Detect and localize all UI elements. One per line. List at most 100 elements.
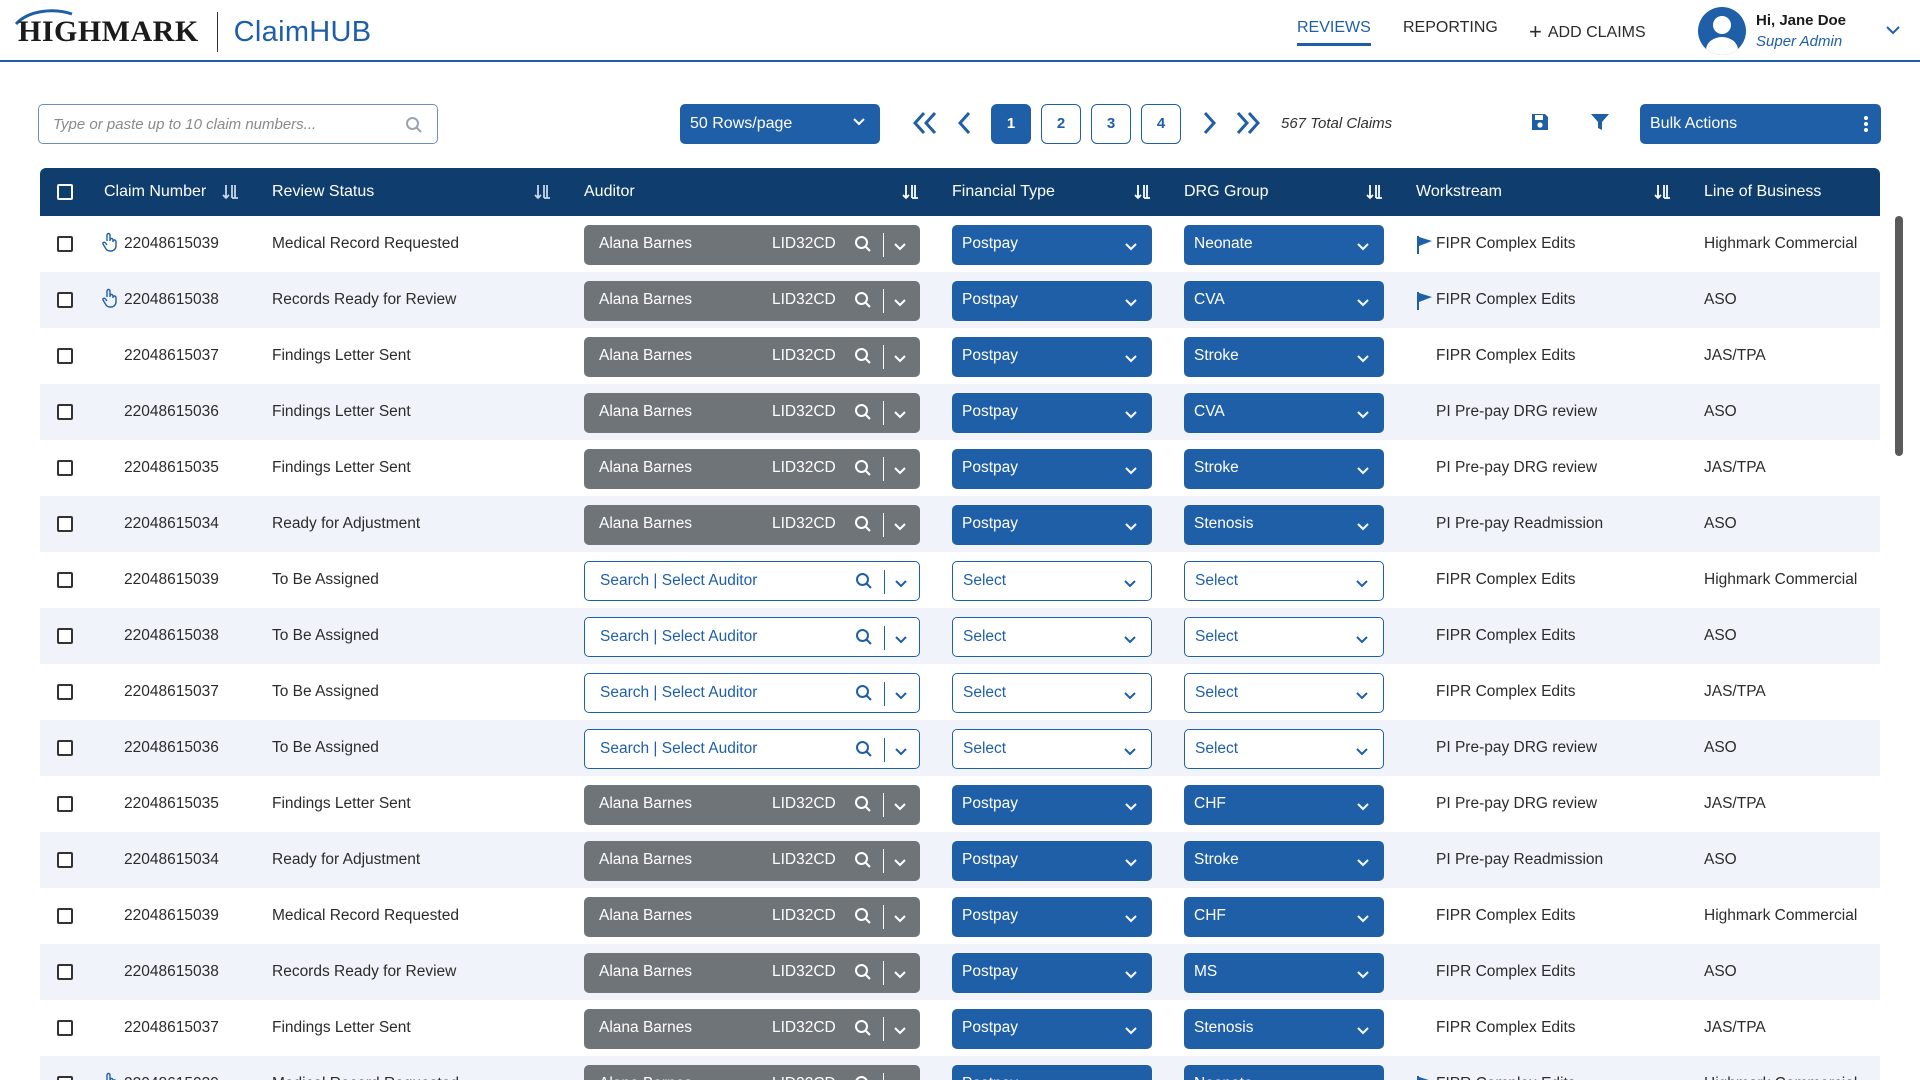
row-checkbox[interactable] xyxy=(57,964,73,980)
claim-number[interactable]: 22048615038 xyxy=(124,291,219,309)
search-icon[interactable] xyxy=(855,684,873,702)
search-icon[interactable] xyxy=(855,740,873,758)
table-row[interactable]: 22048615034 Ready for Adjustment Alana Bar… xyxy=(40,832,1880,888)
previous-page-icon[interactable] xyxy=(955,108,975,138)
financial-type-select[interactable]: Postpay xyxy=(952,393,1152,433)
auditor-select[interactable]: Alana Barnes LID32CD xyxy=(584,953,920,993)
claim-number[interactable]: 22048615036 xyxy=(124,403,219,421)
table-row[interactable]: 22048615037 Findings Letter Sent Alana Bar… xyxy=(40,328,1880,384)
search-icon[interactable] xyxy=(854,851,872,869)
drg-group-select[interactable]: Stenosis xyxy=(1184,1009,1384,1049)
table-row[interactable]: 22048615037 To Be Assigned Search | Select… xyxy=(40,664,1880,720)
col-auditor[interactable]: Auditor xyxy=(584,183,635,201)
claim-number[interactable]: 22048615038 xyxy=(124,963,219,981)
drg-group-select[interactable]: Neonate xyxy=(1184,225,1384,265)
financial-type-select[interactable]: Postpay xyxy=(952,1009,1152,1049)
auditor-select[interactable]: Search | Select Auditor xyxy=(584,561,920,601)
sort-icon[interactable] xyxy=(222,183,240,201)
claim-number[interactable]: 22048615035 xyxy=(124,459,219,477)
auditor-select[interactable]: Alana Barnes LID32CD xyxy=(584,281,920,321)
claim-number[interactable]: 22048615034 xyxy=(124,515,219,533)
drg-group-select[interactable]: MS xyxy=(1184,953,1384,993)
bulk-actions-button[interactable]: Bulk Actions xyxy=(1640,104,1881,144)
nav-reviews[interactable]: REVIEWS xyxy=(1297,19,1371,46)
sort-icon[interactable] xyxy=(1366,183,1384,201)
drg-group-select[interactable]: CVA xyxy=(1184,393,1384,433)
table-row[interactable]: 22048615038 Records Ready for Review Alana… xyxy=(40,272,1880,328)
search-icon[interactable] xyxy=(855,628,873,646)
auditor-select[interactable]: Alana Barnes LID32CD xyxy=(584,1009,920,1049)
claim-search-input[interactable] xyxy=(39,105,379,143)
drg-group-select[interactable]: Select xyxy=(1184,617,1384,657)
table-row[interactable]: 22048615039 Medical Record Requested Alana… xyxy=(40,888,1880,944)
table-row[interactable]: 22048615036 To Be Assigned Search | Select… xyxy=(40,720,1880,776)
first-page-icon[interactable] xyxy=(910,108,940,138)
drg-group-select[interactable]: Stroke xyxy=(1184,841,1384,881)
financial-type-select[interactable]: Postpay xyxy=(952,897,1152,937)
search-icon[interactable] xyxy=(854,459,872,477)
financial-type-select[interactable]: Postpay xyxy=(952,505,1152,545)
sort-icon[interactable] xyxy=(902,183,920,201)
row-checkbox[interactable] xyxy=(57,1020,73,1036)
claim-search[interactable] xyxy=(38,104,438,144)
row-checkbox[interactable] xyxy=(57,460,73,476)
search-icon[interactable] xyxy=(854,515,872,533)
col-claim-number[interactable]: Claim Number xyxy=(104,183,206,201)
row-checkbox[interactable] xyxy=(57,348,73,364)
page-button-3[interactable]: 3 xyxy=(1091,104,1131,144)
auditor-select[interactable]: Alana Barnes LID32CD xyxy=(584,841,920,881)
search-icon[interactable] xyxy=(854,795,872,813)
table-row[interactable]: 22048615039 To Be Assigned Search | Select… xyxy=(40,552,1880,608)
row-checkbox[interactable] xyxy=(57,740,73,756)
search-icon[interactable] xyxy=(854,907,872,925)
row-checkbox[interactable] xyxy=(57,1076,73,1080)
auditor-select[interactable]: Alana Barnes LID32CD xyxy=(584,1065,920,1080)
page-button-4[interactable]: 4 xyxy=(1141,104,1181,144)
page-button-1[interactable]: 1 xyxy=(991,104,1031,144)
flag-icon[interactable] xyxy=(1416,291,1434,311)
row-checkbox[interactable] xyxy=(57,516,73,532)
claim-number[interactable]: 22048615039 xyxy=(124,235,219,253)
search-icon[interactable] xyxy=(854,347,872,365)
claim-number[interactable]: 22048615036 xyxy=(124,739,219,757)
claim-number[interactable]: 22048615035 xyxy=(124,795,219,813)
col-review-status[interactable]: Review Status xyxy=(272,183,374,201)
auditor-select[interactable]: Alana Barnes LID32CD xyxy=(584,785,920,825)
row-checkbox[interactable] xyxy=(57,796,73,812)
claim-number[interactable]: 22048615037 xyxy=(124,683,219,701)
chevron-down-icon[interactable] xyxy=(1885,24,1901,36)
auditor-select[interactable]: Alana Barnes LID32CD xyxy=(584,897,920,937)
nav-reporting[interactable]: REPORTING xyxy=(1403,19,1498,37)
table-row[interactable]: 22048615036 Findings Letter Sent Alana Bar… xyxy=(40,384,1880,440)
col-financial-type[interactable]: Financial Type xyxy=(952,183,1055,201)
claim-number[interactable]: 22048615037 xyxy=(124,347,219,365)
drg-group-select[interactable]: Select xyxy=(1184,729,1384,769)
auditor-select[interactable]: Search | Select Auditor xyxy=(584,729,920,769)
row-checkbox[interactable] xyxy=(57,292,73,308)
claim-number[interactable]: 22048615039 xyxy=(124,907,219,925)
row-checkbox[interactable] xyxy=(57,572,73,588)
table-row[interactable]: 22048615034 Ready for Adjustment Alana Bar… xyxy=(40,496,1880,552)
nav-add-claims[interactable]: + ADD CLAIMS xyxy=(1529,19,1646,45)
table-row[interactable]: 22048615035 Findings Letter Sent Alana Bar… xyxy=(40,776,1880,832)
claim-number[interactable]: 22048615037 xyxy=(124,1019,219,1037)
claim-number[interactable]: 22048615038 xyxy=(124,627,219,645)
filter-icon[interactable] xyxy=(1590,112,1610,132)
row-checkbox[interactable] xyxy=(57,236,73,252)
sort-icon[interactable] xyxy=(534,183,552,201)
col-line-of-business[interactable]: Line of Business xyxy=(1704,183,1821,201)
save-icon[interactable] xyxy=(1530,112,1550,132)
row-checkbox[interactable] xyxy=(57,908,73,924)
drg-group-select[interactable]: CHF xyxy=(1184,785,1384,825)
financial-type-select[interactable]: Postpay xyxy=(952,281,1152,321)
search-icon[interactable] xyxy=(854,963,872,981)
table-row[interactable]: 22048615039 Medical Record Requested Alana… xyxy=(40,1056,1880,1080)
auditor-select[interactable]: Search | Select Auditor xyxy=(584,617,920,657)
drg-group-select[interactable]: Stroke xyxy=(1184,337,1384,377)
row-checkbox[interactable] xyxy=(57,684,73,700)
financial-type-select[interactable]: Postpay xyxy=(952,841,1152,881)
drg-group-select[interactable]: Neonate xyxy=(1184,1065,1384,1080)
financial-type-select[interactable]: Postpay xyxy=(952,449,1152,489)
financial-type-select[interactable]: Select xyxy=(952,561,1152,601)
financial-type-select[interactable]: Select xyxy=(952,617,1152,657)
